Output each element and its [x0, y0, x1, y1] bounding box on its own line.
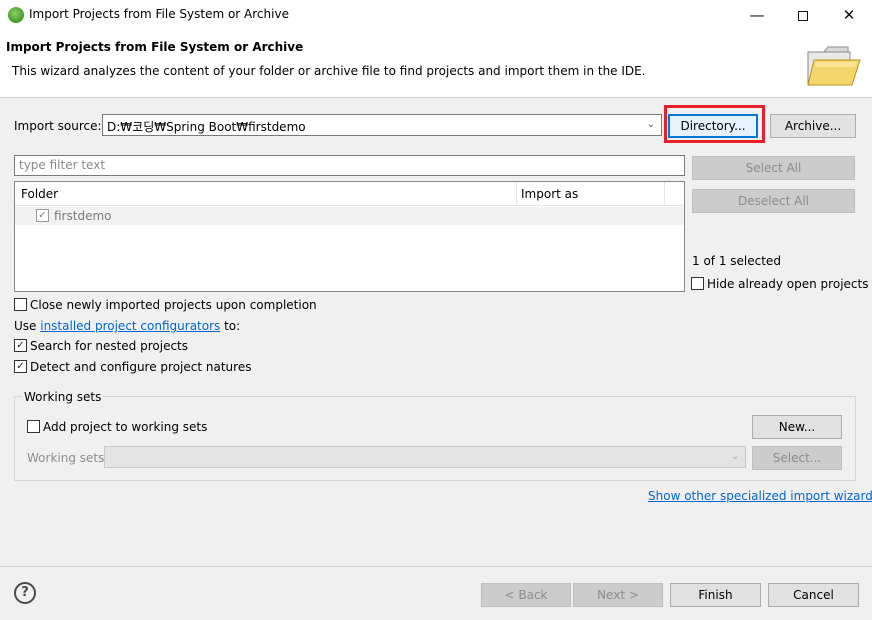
close-newly-checkbox[interactable] — [14, 298, 27, 311]
close-window-button[interactable]: ✕ — [826, 0, 872, 30]
working-sets-title: Working sets — [22, 390, 104, 404]
hide-open-checkbox[interactable] — [691, 277, 704, 290]
minimize-button[interactable]: — — [734, 0, 780, 30]
working-sets-group — [14, 396, 856, 481]
help-icon[interactable]: ? — [14, 582, 36, 604]
title-bar: Import Projects from File System or Arch… — [0, 0, 872, 30]
project-folder-name: firstdemo — [54, 209, 112, 223]
table-row[interactable]: ✓ firstdemo — [15, 207, 684, 225]
wizard-title: Import Projects from File System or Arch… — [6, 40, 304, 54]
next-button[interactable]: Next > — [573, 583, 663, 607]
wizard-header: Import Projects from File System or Arch… — [0, 30, 872, 98]
window-title: Import Projects from File System or Arch… — [29, 7, 289, 21]
project-checkbox[interactable]: ✓ — [36, 209, 49, 222]
add-working-sets-checkbox[interactable] — [27, 420, 40, 433]
column-divider — [664, 182, 665, 206]
close-newly-label[interactable]: Close newly imported projects upon compl… — [30, 298, 317, 312]
column-import-as[interactable]: Import as — [521, 187, 578, 201]
footer-divider — [0, 566, 872, 567]
maximize-icon — [798, 10, 808, 21]
search-nested-checkbox[interactable]: ✓ — [14, 339, 27, 352]
wizard-description: This wizard analyzes the content of your… — [12, 64, 646, 78]
other-wizards-link[interactable]: Show other specialized import wizards — [648, 489, 872, 503]
back-button[interactable]: < Back — [481, 583, 571, 607]
import-source-label: Import source: — [14, 119, 102, 133]
select-working-sets-button[interactable]: Select... — [752, 446, 842, 470]
search-nested-label[interactable]: Search for nested projects — [30, 339, 188, 353]
use-suffix: to: — [220, 319, 241, 333]
tree-header: Folder Import as — [15, 182, 684, 206]
working-sets-label: Working sets: — [27, 451, 109, 465]
filter-placeholder: type filter text — [19, 158, 106, 172]
highlight-box — [664, 105, 765, 143]
configurators-line: Use installed project configurators to: — [14, 319, 240, 333]
archive-button[interactable]: Archive... — [770, 114, 856, 138]
add-working-sets-label[interactable]: Add project to working sets — [43, 420, 207, 434]
selected-count: 1 of 1 selected — [692, 254, 781, 268]
import-source-value: D:₩코딩₩Spring Boot₩firstdemo — [107, 120, 306, 134]
projects-tree[interactable]: Folder Import as ✓ firstdemo — [14, 181, 685, 292]
folder-icon — [807, 46, 861, 86]
detect-natures-checkbox[interactable]: ✓ — [14, 360, 27, 373]
chevron-down-icon[interactable]: ⌄ — [728, 449, 742, 465]
column-folder[interactable]: Folder — [21, 187, 58, 201]
detect-natures-label[interactable]: Detect and configure project natures — [30, 360, 251, 374]
cancel-button[interactable]: Cancel — [768, 583, 859, 607]
column-divider — [516, 182, 517, 206]
finish-button[interactable]: Finish — [670, 583, 761, 607]
spring-leaf-icon — [8, 7, 24, 23]
chevron-down-icon[interactable]: ⌄ — [644, 117, 658, 133]
configurators-link[interactable]: installed project configurators — [40, 319, 220, 333]
import-source-combo[interactable]: D:₩코딩₩Spring Boot₩firstdemo ⌄ — [102, 114, 662, 136]
deselect-all-button[interactable]: Deselect All — [692, 189, 855, 213]
hide-open-label[interactable]: Hide already open projects — [707, 277, 868, 291]
new-working-set-button[interactable]: New... — [752, 415, 842, 439]
maximize-button[interactable] — [780, 0, 826, 30]
select-all-button[interactable]: Select All — [692, 156, 855, 180]
use-prefix: Use — [14, 319, 41, 333]
working-sets-combo[interactable]: ⌄ — [104, 446, 746, 468]
filter-input[interactable]: type filter text — [14, 155, 685, 176]
